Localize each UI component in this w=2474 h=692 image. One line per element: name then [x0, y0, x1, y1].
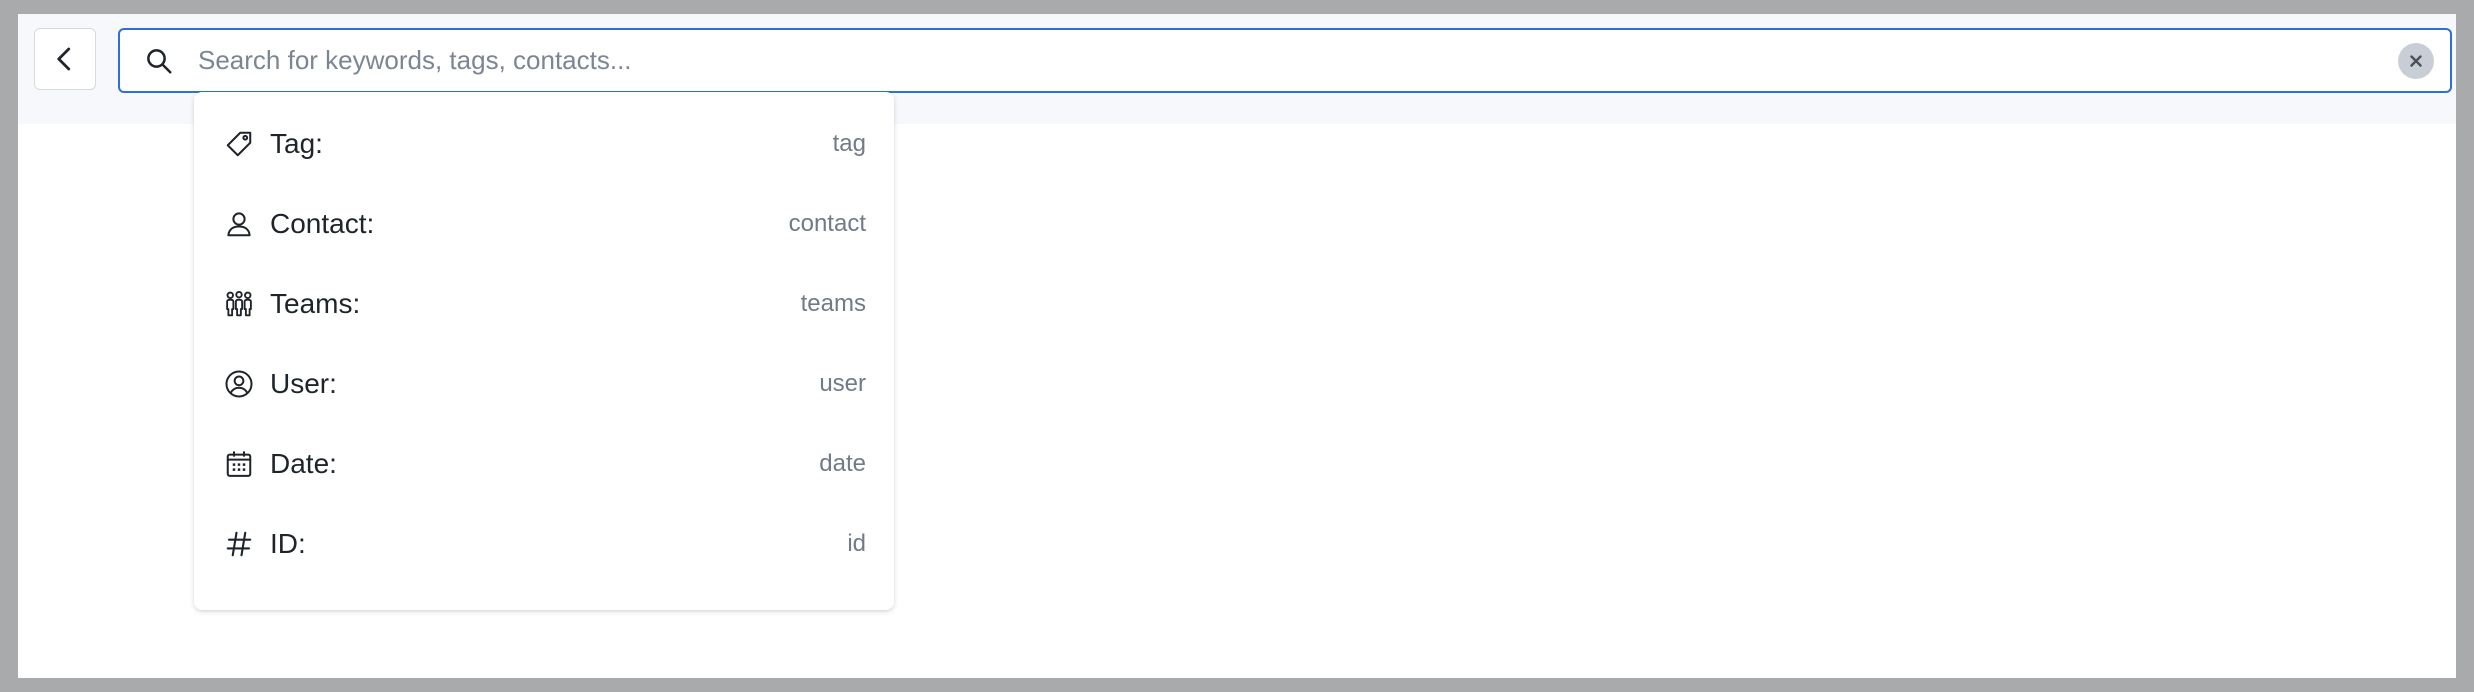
suggestion-key: id [847, 530, 866, 557]
suggestion-key: tag [832, 130, 866, 157]
suggestion-key: teams [800, 290, 866, 317]
hash-icon [222, 527, 256, 561]
search-input[interactable] [196, 34, 2398, 87]
suggestion-date[interactable]: Date: date [194, 424, 894, 504]
suggestion-label: Contact: [270, 208, 375, 239]
suggestion-tag[interactable]: Tag: tag [194, 104, 894, 184]
tag-icon [222, 127, 256, 161]
suggestion-user[interactable]: User: user [194, 344, 894, 424]
suggestion-key: date [819, 450, 866, 477]
suggestion-contact[interactable]: Contact: contact [194, 184, 894, 264]
contact-icon [222, 207, 256, 241]
suggestion-label: Tag: [270, 128, 323, 159]
calendar-icon [222, 447, 256, 481]
suggestion-label: Date: [270, 448, 337, 479]
app-frame: Tag: tag Contact: contact [18, 14, 2456, 678]
chevron-left-icon [50, 44, 80, 74]
teams-icon [222, 287, 256, 321]
user-icon [222, 367, 256, 401]
search-suggestions-dropdown: Tag: tag Contact: contact Teams: teams U… [194, 92, 894, 610]
back-button[interactable] [34, 28, 96, 90]
clear-search-button[interactable] [2398, 42, 2434, 79]
suggestion-key: contact [788, 210, 866, 237]
suggestion-key: user [819, 370, 866, 397]
suggestion-label: ID: [270, 528, 306, 559]
search-icon [142, 44, 176, 78]
close-icon [2408, 53, 2424, 69]
suggestion-label: Teams: [270, 288, 361, 319]
suggestion-label: User: [270, 368, 337, 399]
suggestion-id[interactable]: ID: id [194, 504, 894, 584]
search-box[interactable] [118, 28, 2452, 93]
suggestion-teams[interactable]: Teams: teams [194, 264, 894, 344]
